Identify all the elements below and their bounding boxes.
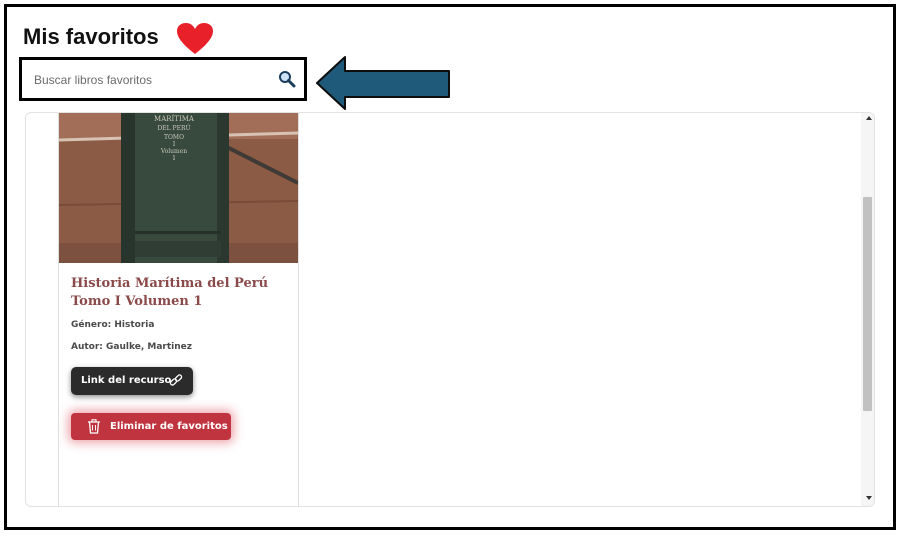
link-icon [169, 374, 183, 386]
book-genre: Género: Historia [71, 320, 155, 330]
svg-text:1: 1 [172, 155, 176, 162]
scroll-thumb[interactable] [863, 197, 872, 411]
book-card: MARÍTIMA DEL PERÚ TOMO I Volumen 1 Histo… [58, 113, 299, 506]
remove-favorite-button[interactable]: Eliminar de favoritos [71, 413, 231, 440]
favorites-panel: MARÍTIMA DEL PERÚ TOMO I Volumen 1 Histo… [25, 112, 875, 507]
svg-text:MARÍTIMA: MARÍTIMA [154, 114, 195, 123]
scroll-up-arrow[interactable] [866, 116, 872, 120]
remove-favorite-label: Eliminar de favoritos [110, 421, 228, 432]
book-author: Autor: Gaulke, Martinez [71, 342, 192, 352]
svg-text:DEL PERÚ: DEL PERÚ [157, 124, 190, 132]
svg-text:Volumen: Volumen [160, 148, 187, 155]
scroll-down-arrow[interactable] [866, 496, 872, 500]
page-title: Mis favoritos [23, 24, 159, 49]
book-title: Historia Marítima del Perú Tomo I Volume… [71, 276, 269, 309]
resource-link-button[interactable]: Link del recurso [71, 367, 193, 395]
vertical-scrollbar[interactable] [861, 113, 874, 506]
resource-link-label: Link del recurso [81, 375, 172, 386]
heart-icon [177, 23, 213, 54]
svg-text:TOMO: TOMO [164, 134, 184, 141]
trash-icon [88, 419, 100, 434]
search-bar [19, 57, 307, 101]
search-icon[interactable] [278, 70, 296, 88]
book-cover-image: MARÍTIMA DEL PERÚ TOMO I Volumen 1 [59, 113, 298, 263]
search-input[interactable] [32, 69, 266, 91]
arrow-left-icon [316, 56, 450, 110]
